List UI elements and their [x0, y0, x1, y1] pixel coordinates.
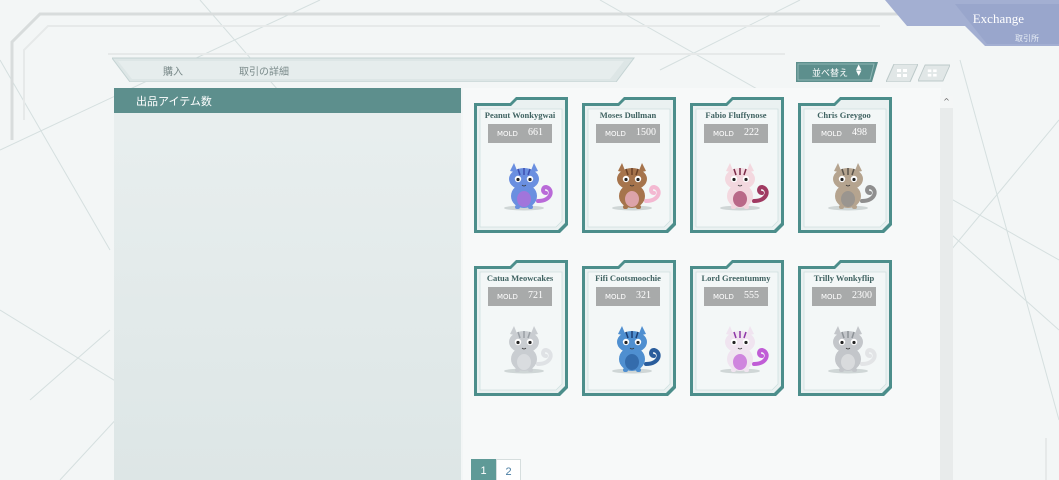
pink-cat-icon — [720, 163, 769, 211]
price-currency: MOLD — [605, 293, 626, 301]
page-2-button[interactable]: 2 — [496, 459, 521, 480]
card-name: Peanut Wonkygwai — [484, 110, 556, 120]
grey-cat-icon — [504, 326, 553, 374]
price-currency: MOLD — [713, 130, 734, 138]
price-box: MOLD 721 — [488, 287, 552, 306]
cat-card[interactable]: Fifi Cootsmoochie MOLD 321 — [582, 260, 678, 396]
price-value: 321 — [636, 290, 651, 301]
scrollbar[interactable] — [940, 96, 953, 480]
blue-spotted-cat-icon — [612, 326, 661, 374]
list-view-button[interactable] — [918, 64, 950, 82]
cat-card[interactable]: Fabio Fluffynose MOLD 222 — [690, 97, 786, 233]
price-value: 555 — [744, 290, 759, 301]
sort-arrows-icon: ▲ ▼ — [856, 63, 862, 77]
price-box: MOLD 321 — [596, 287, 660, 306]
card-name: Chris Greygoo — [817, 110, 871, 120]
cat-card[interactable]: Peanut Wonkygwai MOLD 661 — [474, 97, 570, 233]
price-box: MOLD 661 — [488, 124, 552, 143]
cat-card[interactable]: Catua Meowcakes MOLD 721 — [474, 260, 570, 396]
card-name: Moses Dullman — [599, 110, 657, 120]
price-value: 222 — [744, 127, 759, 138]
price-currency: MOLD — [713, 293, 734, 301]
grid-view-button[interactable] — [886, 64, 918, 82]
price-currency: MOLD — [821, 293, 842, 301]
price-currency: MOLD — [497, 130, 518, 138]
cat-card[interactable]: Trilly Wonkyflip MOLD 2300 — [798, 260, 894, 396]
price-box: MOLD 2300 — [812, 287, 876, 306]
brown-winged-cat-icon — [612, 163, 661, 211]
price-currency: MOLD — [497, 293, 518, 301]
exchange-title: Exchange — [972, 11, 1024, 26]
cat-card[interactable]: Moses Dullman MOLD 1500 — [582, 97, 678, 233]
item-count-title: 出品アイテム数 — [136, 95, 212, 108]
tab-bar — [112, 57, 635, 82]
card-name: Lord Greentummy — [701, 273, 771, 283]
sort-label: 並べ替え — [812, 69, 849, 79]
grey-tabby-cat-icon — [828, 163, 877, 211]
price-value: 661 — [528, 127, 543, 138]
card-name: Fabio Fluffynose — [705, 110, 767, 120]
price-currency: MOLD — [605, 130, 626, 138]
cat-card[interactable]: Lord Greentummy MOLD 555 — [690, 260, 786, 396]
price-currency: MOLD — [821, 130, 842, 138]
scroll-up-button[interactable]: ^ — [940, 96, 953, 108]
price-value: 2300 — [852, 290, 872, 301]
price-box: MOLD 222 — [704, 124, 768, 143]
tab-transaction-details[interactable]: 取引の詳細 — [239, 63, 289, 78]
price-value: 1500 — [636, 127, 656, 138]
price-value: 498 — [852, 127, 867, 138]
card-name: Trilly Wonkyflip — [813, 273, 875, 283]
card-name: Catua Meowcakes — [486, 273, 554, 283]
page-1-button[interactable]: 1 — [471, 459, 496, 480]
price-box: MOLD 555 — [704, 287, 768, 306]
silver-cat-icon — [828, 326, 877, 374]
purple-spotted-cat-icon — [720, 326, 769, 374]
card-name: Fifi Cootsmoochie — [595, 273, 661, 283]
price-box: MOLD 1500 — [596, 124, 660, 143]
exchange-subtitle: 取引所 — [1015, 34, 1039, 43]
item-count-panel — [114, 88, 461, 480]
price-value: 721 — [528, 290, 543, 301]
cat-card[interactable]: Chris Greygoo MOLD 498 — [798, 97, 894, 233]
blue-cat-icon — [504, 163, 553, 211]
price-box: MOLD 498 — [812, 124, 876, 143]
tab-purchase[interactable]: 購入 — [163, 63, 183, 78]
